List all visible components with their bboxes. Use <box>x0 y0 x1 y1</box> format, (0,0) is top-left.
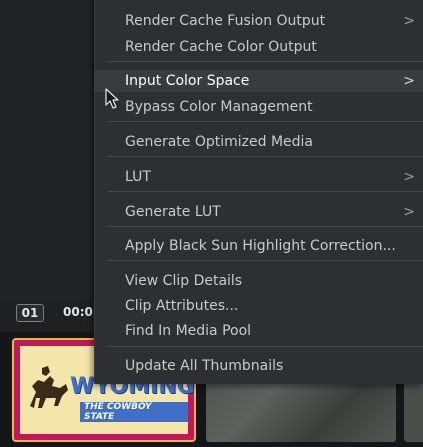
menu-item-view-clip-details[interactable]: View Clip Details <box>95 270 423 292</box>
clip-timecode: 00:0 <box>63 305 93 319</box>
menu-separator <box>107 346 423 347</box>
menu-item-label: Generate Optimized Media <box>125 134 313 150</box>
menu-item-label: Input Color Space <box>125 73 250 89</box>
submenu-arrow-icon: > <box>403 169 415 185</box>
menu-item-update-all-thumbnails[interactable]: Update All Thumbnails <box>95 355 423 377</box>
menu-separator <box>107 121 423 122</box>
submenu-arrow-icon: > <box>403 13 415 29</box>
menu-item-label: Render Cache Fusion Output <box>125 13 326 29</box>
menu-item-generate-lut[interactable]: Generate LUT > <box>95 201 423 223</box>
menu-item-label: Find In Media Pool <box>125 323 252 339</box>
menu-item-input-color-space[interactable]: Input Color Space > <box>95 70 423 92</box>
menu-item-label: Render Cache Color Output <box>125 39 317 55</box>
menu-item-clip-attributes[interactable]: Clip Attributes... <box>95 295 423 317</box>
menu-separator <box>107 61 423 62</box>
submenu-arrow-icon: > <box>403 73 415 89</box>
menu-item-find-in-media-pool[interactable]: Find In Media Pool <box>95 320 423 342</box>
menu-item-label: Apply Black Sun Highlight Correction... <box>125 238 396 254</box>
menu-item-label: Clip Attributes... <box>125 298 239 314</box>
context-menu: Render Cache Fusion Output > Render Cach… <box>94 0 423 384</box>
menu-item-label: View Clip Details <box>125 273 243 289</box>
menu-item-label: Update All Thumbnails <box>125 358 284 374</box>
menu-item-bypass-color-management[interactable]: Bypass Color Management <box>95 96 423 118</box>
mouse-pointer-icon <box>105 88 119 109</box>
menu-item-label: Bypass Color Management <box>125 99 313 115</box>
clip-number-badge: 01 <box>16 304 44 322</box>
menu-item-label: LUT <box>125 169 151 185</box>
menu-item-apply-black-sun-highlight-correction[interactable]: Apply Black Sun Highlight Correction... <box>95 235 423 257</box>
menu-item-lut[interactable]: LUT > <box>95 166 423 188</box>
menu-item-render-cache-fusion-output[interactable]: Render Cache Fusion Output > <box>95 10 423 32</box>
menu-item-generate-optimized-media[interactable]: Generate Optimized Media <box>95 131 423 153</box>
menu-item-label: Generate LUT <box>125 204 221 220</box>
menu-separator <box>107 226 423 227</box>
menu-separator <box>107 260 423 261</box>
menu-separator <box>107 156 423 157</box>
thumbnail-subtitle: THE COWBOY STATE <box>80 402 188 422</box>
submenu-arrow-icon: > <box>403 204 415 220</box>
menu-separator <box>107 191 423 192</box>
bucking-horse-icon <box>30 366 68 408</box>
menu-item-render-cache-color-output[interactable]: Render Cache Color Output <box>95 36 423 58</box>
